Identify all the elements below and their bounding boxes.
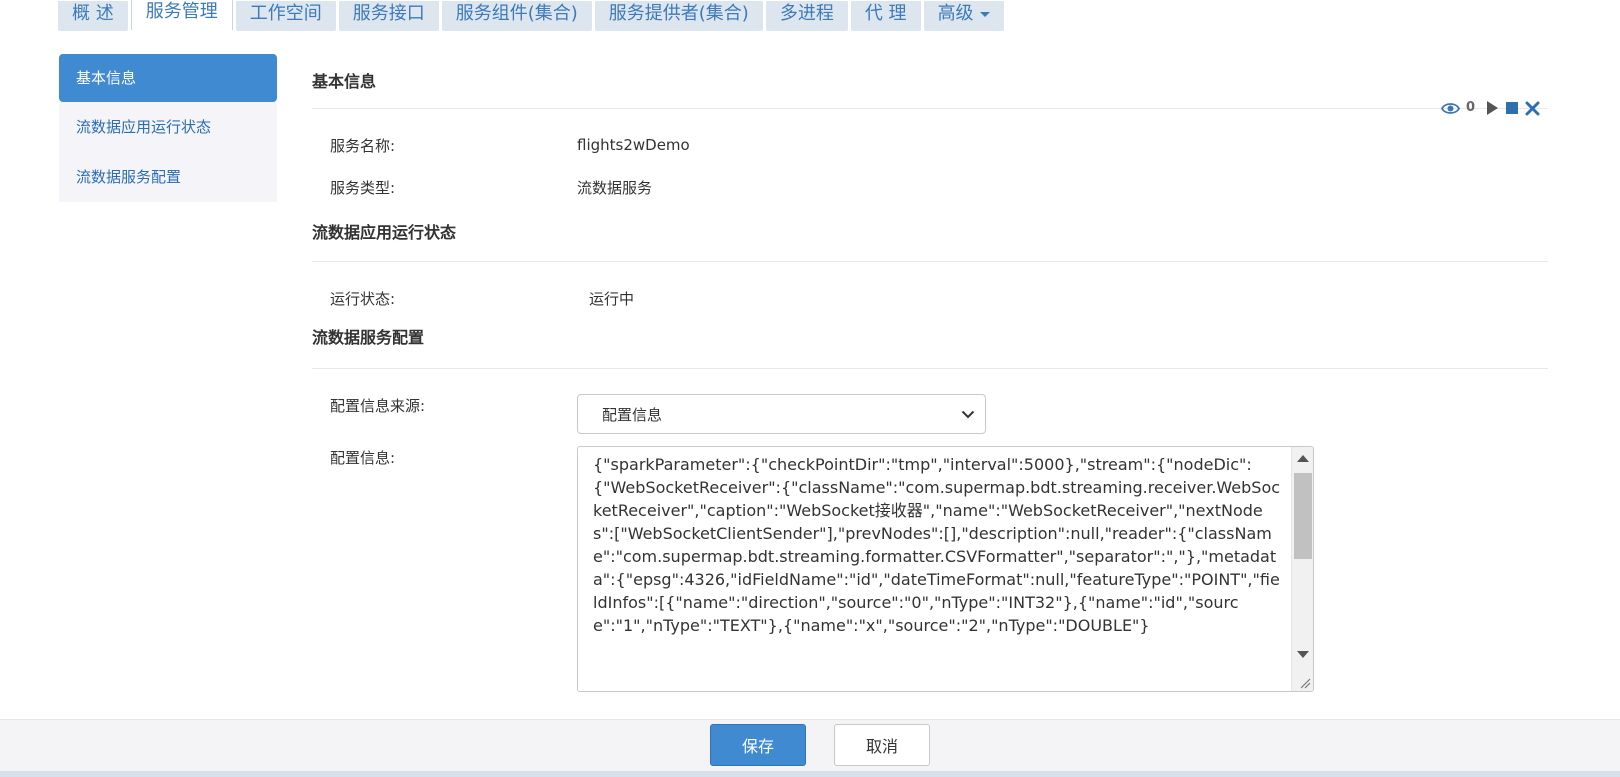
config-source-label: 配置信息来源: [330, 397, 426, 415]
tab-advanced-label: 高级 [937, 3, 974, 24]
service-name-value: flights2wDemo [577, 136, 690, 154]
section-run-status: 流数据应用运行状态 [312, 208, 1548, 262]
sidenav-item-service-config[interactable]: 流数据服务配置 [59, 152, 277, 202]
chevron-down-icon [961, 410, 975, 418]
section-basic-info: 基本信息 0 [312, 54, 1548, 115]
tab-proxy[interactable]: 代 理 [850, 1, 921, 31]
footer-bar: 保存 取消 [0, 719, 1620, 774]
config-info-text[interactable]: {"sparkParameter":{"checkPointDir":"tmp"… [593, 453, 1283, 691]
row-service-name: 服务名称: flights2wDemo [312, 124, 1548, 166]
tab-multiprocess[interactable]: 多进程 [765, 1, 848, 31]
caret-down-icon [979, 11, 990, 17]
service-name-label: 服务名称: [330, 136, 396, 155]
section-title-basic: 基本信息 [312, 72, 377, 91]
scroll-down-icon[interactable] [1297, 651, 1309, 658]
tab-workspace[interactable]: 工作空间 [235, 1, 336, 31]
stop-icon[interactable] [1505, 101, 1519, 115]
tab-service-management[interactable]: 服务管理 [130, 0, 233, 31]
textarea-scrollbar[interactable] [1291, 447, 1313, 691]
sidenav-item-run-status[interactable]: 流数据应用运行状态 [59, 102, 277, 152]
run-status-label: 运行状态: [330, 289, 396, 308]
resize-grip-icon[interactable] [1297, 675, 1311, 689]
tab-service-interface[interactable]: 服务接口 [338, 1, 439, 31]
play-icon[interactable] [1485, 100, 1499, 116]
config-source-selected: 配置信息 [602, 405, 663, 424]
section-title-status: 流数据应用运行状态 [312, 223, 457, 242]
view-count: 0 [1465, 100, 1475, 115]
main-panel: 基本信息 0 服务名称: flights2wDemo 服务类型: 流数据服务 流 [312, 54, 1548, 692]
run-status-value: 运行中 [589, 289, 635, 308]
tab-advanced[interactable]: 高级 [923, 1, 1004, 31]
config-source-select[interactable]: 配置信息 [577, 394, 986, 434]
save-button[interactable]: 保存 [710, 724, 806, 766]
config-info-textarea[interactable]: {"sparkParameter":{"checkPointDir":"tmp"… [577, 446, 1314, 692]
tab-overview[interactable]: 概 述 [58, 1, 128, 31]
sidenav-item-basic-info[interactable]: 基本信息 [59, 54, 277, 102]
bottom-strip [0, 771, 1620, 777]
scroll-up-icon[interactable] [1297, 455, 1309, 462]
top-tab-bar: 概 述 服务管理 工作空间 服务接口 服务组件(集合) 服务提供者(集合) 多进… [58, 0, 1007, 31]
row-config-source: 配置信息来源: 配置信息 [312, 394, 1548, 434]
service-toolbar: 0 [1440, 80, 1540, 136]
eye-icon[interactable] [1440, 102, 1460, 115]
scroll-thumb[interactable] [1294, 473, 1312, 559]
side-nav: 基本信息 流数据应用运行状态 流数据服务配置 [59, 54, 277, 202]
cancel-button[interactable]: 取消 [834, 724, 930, 766]
section-title-config: 流数据服务配置 [312, 328, 425, 347]
service-type-label: 服务类型: [330, 178, 396, 197]
config-info-label: 配置信息: [330, 449, 396, 467]
row-config-info: 配置信息: {"sparkParameter":{"checkPointDir"… [312, 446, 1548, 692]
tab-service-providers[interactable]: 服务提供者(集合) [594, 1, 763, 31]
section-service-config: 流数据服务配置 [312, 319, 1548, 369]
service-type-value: 流数据服务 [577, 178, 653, 197]
row-service-type: 服务类型: 流数据服务 [312, 166, 1548, 208]
close-icon[interactable] [1525, 101, 1540, 116]
tab-service-components[interactable]: 服务组件(集合) [441, 1, 592, 31]
row-run-status: 运行状态: 运行中 [312, 277, 1548, 319]
